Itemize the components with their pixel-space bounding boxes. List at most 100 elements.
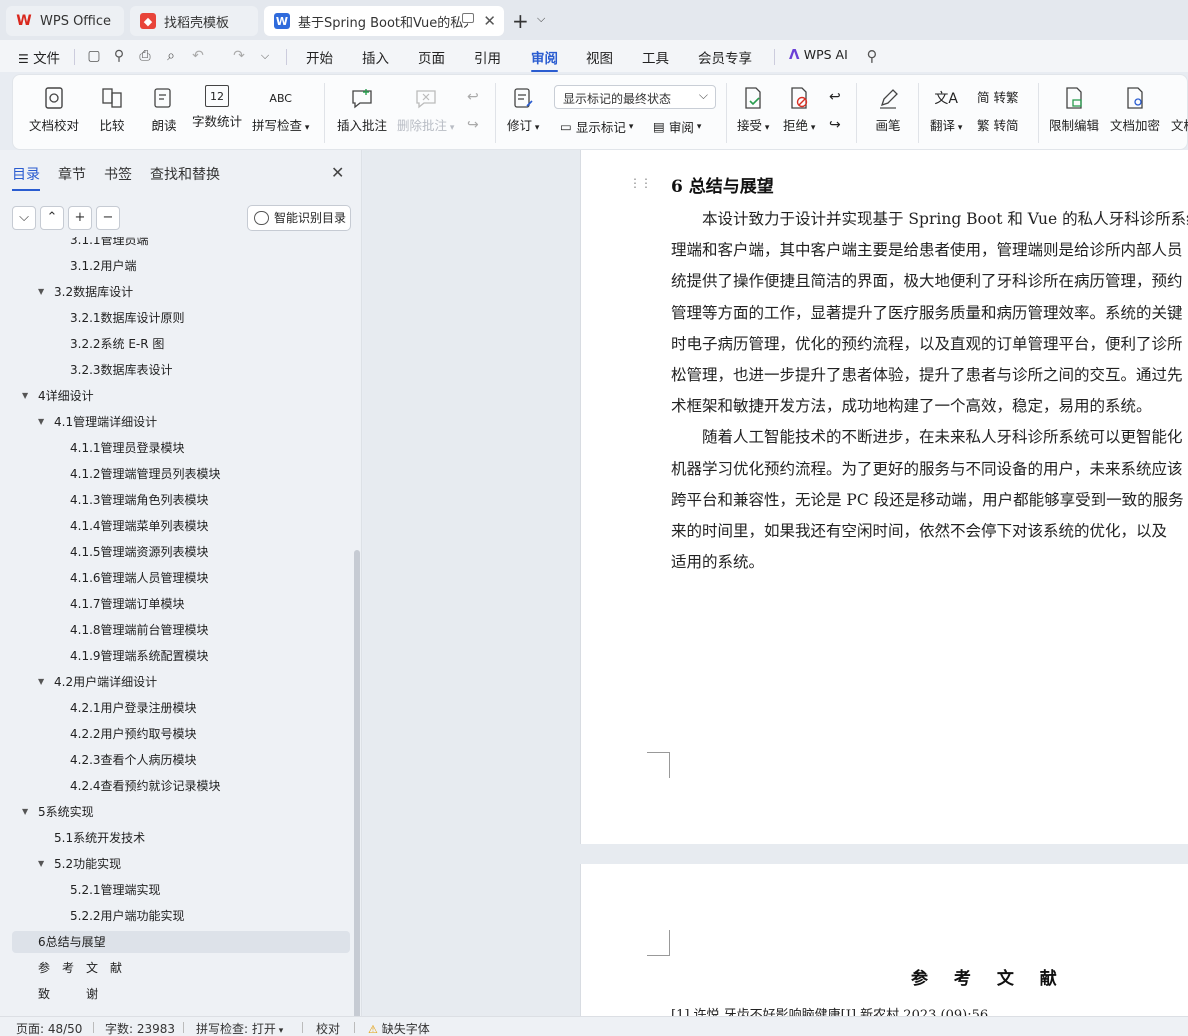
expand-toggle-icon[interactable]: ▼ xyxy=(22,385,28,407)
window-icon[interactable] xyxy=(462,13,474,23)
compare-button[interactable]: 比较 xyxy=(99,85,125,134)
menu-tools[interactable]: 工具 xyxy=(642,47,669,67)
menu-review[interactable]: 审阅 xyxy=(531,47,558,72)
smart-toc-button[interactable]: 智能识别目录 xyxy=(247,205,351,231)
menu-member[interactable]: 会员专享 xyxy=(698,47,752,67)
toc-item[interactable]: 4.1.6管理端人员管理模块 xyxy=(70,567,209,589)
toc-scrollbar[interactable] xyxy=(354,550,360,1020)
collapse-down-button[interactable]: ⌵ xyxy=(12,206,36,230)
tab-toc[interactable]: 目录 xyxy=(12,164,40,191)
menu-insert[interactable]: 插入 xyxy=(362,47,389,67)
toc-item[interactable]: ▼ 5.2功能实现 xyxy=(38,853,121,875)
translate-button[interactable]: 文A 翻译 ▾ xyxy=(930,85,962,134)
tab-template[interactable]: ◆ 找稻壳模板 xyxy=(130,6,258,36)
markup-state-dropdown[interactable]: 显示标记的最终状态 xyxy=(554,85,716,109)
toc-item[interactable]: 4.2.2用户预约取号模块 xyxy=(70,723,197,745)
toc-item[interactable]: 5.2.1管理端实现 xyxy=(70,879,161,901)
toc-item[interactable]: 4.1.8管理端前台管理模块 xyxy=(70,619,209,641)
toc-item[interactable]: ▼ 5系统实现 xyxy=(22,801,94,823)
file-menu[interactable]: ☰ 文件 xyxy=(18,47,60,67)
tab-chapters[interactable]: 章节 xyxy=(58,164,86,184)
print-icon[interactable]: ⎙ xyxy=(137,48,153,64)
previous-comment-icon[interactable]: ↩ xyxy=(467,89,479,105)
share-icon[interactable]: ⚲ xyxy=(111,48,127,64)
tab-bookmarks[interactable]: 书签 xyxy=(104,164,132,184)
toc-item[interactable]: 3.1.2用户端 xyxy=(70,255,137,277)
collapse-up-button[interactable]: ⌃ xyxy=(40,206,64,230)
quick-access-more-icon[interactable]: ⌵ xyxy=(257,48,273,64)
tab-find-replace[interactable]: 查找和替换 xyxy=(150,164,220,184)
expand-toggle-icon[interactable]: ▼ xyxy=(38,853,44,875)
to-traditional-button[interactable]: 简 转繁 xyxy=(977,87,1019,106)
toc-item[interactable]: 4.1.2管理端管理员列表模块 xyxy=(70,463,221,485)
wps-ai-button[interactable]: ᐱ WPS AI xyxy=(789,47,848,63)
toc-item[interactable]: 参 考 文 献 xyxy=(38,957,122,979)
expand-toggle-icon[interactable]: ▼ xyxy=(38,281,44,303)
chevron-down-icon[interactable]: ⌵ xyxy=(537,12,545,26)
expand-toggle-icon[interactable]: ▼ xyxy=(22,801,28,823)
word-count-button[interactable]: 12 字数统计 xyxy=(192,85,242,130)
pen-button[interactable]: 画笔 xyxy=(875,85,901,134)
document-page[interactable]: ⋮⋮ 6 总结与展望 本设计致力于设计并实现基于 Spring Boot 和 V… xyxy=(580,150,1188,844)
toc-item[interactable]: 3.1.1管理员端 xyxy=(70,237,149,251)
toc-item[interactable]: 4.2.3查看个人病历模块 xyxy=(70,749,197,771)
delete-comment-button[interactable]: 删除批注 ▾ xyxy=(397,85,454,134)
toc-item[interactable]: 4.2.4查看预约就诊记录模块 xyxy=(70,775,221,797)
document-area[interactable]: ⋮⋮ 6 总结与展望 本设计致力于设计并实现基于 Spring Boot 和 V… xyxy=(363,150,1188,1016)
toc-item[interactable]: ▼ 4详细设计 xyxy=(22,385,94,407)
toc-item[interactable]: 4.1.1管理员登录模块 xyxy=(70,437,185,459)
toc-item[interactable]: 4.1.5管理端资源列表模块 xyxy=(70,541,209,563)
expand-toggle-icon[interactable]: ▼ xyxy=(38,671,44,693)
menu-page[interactable]: 页面 xyxy=(418,47,445,67)
proofread-status[interactable]: 校对 xyxy=(316,1020,340,1036)
read-aloud-button[interactable]: 朗读 xyxy=(151,85,177,134)
insert-comment-button[interactable]: 插入批注 xyxy=(337,85,387,134)
reject-button[interactable]: 拒绝 ▾ xyxy=(783,85,815,134)
toc-item[interactable]: 4.1.3管理端角色列表模块 xyxy=(70,489,209,511)
redo-icon[interactable]: ↷ xyxy=(231,48,247,64)
document-page-next[interactable]: 参 考 文 献 [1] 许悦.牙齿不好影响脑健康[J].新农村,2023,(09… xyxy=(580,864,1188,1016)
print-preview-icon[interactable]: ⌕ xyxy=(163,48,179,64)
toc-item[interactable]: 致 谢 xyxy=(38,983,98,1005)
tab-document[interactable]: W 基于Spring Boot和Vue的私人 ✕ xyxy=(264,6,504,36)
toc-item[interactable]: ▼ 3.2数据库设计 xyxy=(38,281,133,303)
restrict-edit-button[interactable]: 限制编辑 xyxy=(1049,85,1099,134)
show-markup-button[interactable]: ▭ 显示标记 ▾ xyxy=(560,117,633,136)
word-count-status[interactable]: 字数: 23983 xyxy=(105,1020,175,1036)
doc-check-button[interactable]: 文档校对 xyxy=(29,85,79,134)
to-simplified-button[interactable]: 繁 转简 xyxy=(977,115,1019,134)
next-comment-icon[interactable]: ↪ xyxy=(467,117,479,133)
toc-item[interactable]: ▼ 4.1管理端详细设计 xyxy=(38,411,157,433)
previous-change-icon[interactable]: ↩ xyxy=(829,89,841,105)
missing-font-status[interactable]: ⚠ 缺失字体 xyxy=(368,1020,430,1036)
add-heading-button[interactable]: + xyxy=(68,206,92,230)
toc-item[interactable]: 4.2.1用户登录注册模块 xyxy=(70,697,197,719)
menu-home[interactable]: 开始 xyxy=(306,47,333,67)
toc-item[interactable]: 4.1.9管理端系统配置模块 xyxy=(70,645,209,667)
page-indicator[interactable]: 页面: 48/50 xyxy=(16,1020,82,1036)
toc-item[interactable]: 4.1.4管理端菜单列表模块 xyxy=(70,515,209,537)
menu-reference[interactable]: 引用 xyxy=(474,47,501,67)
menu-view[interactable]: 视图 xyxy=(586,47,613,67)
spell-check-status[interactable]: 拼写检查: 打开 ▾ xyxy=(196,1020,283,1036)
toc-item[interactable]: ▼ 4.2用户端详细设计 xyxy=(38,671,157,693)
save-icon[interactable]: ▢ xyxy=(86,48,102,64)
undo-icon[interactable]: ↶ xyxy=(190,48,206,64)
close-icon[interactable]: ✕ xyxy=(331,163,344,182)
remove-heading-button[interactable]: − xyxy=(96,206,120,230)
toc-item[interactable]: 4.1.7管理端订单模块 xyxy=(70,593,185,615)
track-changes-button[interactable]: 修订 ▾ xyxy=(507,85,539,134)
toc-item[interactable]: 3.2.2系统 E-R 图 xyxy=(70,333,164,355)
toc-item[interactable]: 3.2.1数据库设计原则 xyxy=(70,307,185,329)
toc-item[interactable]: 5.2.2用户端功能实现 xyxy=(70,905,185,927)
close-tab-icon[interactable]: ✕ xyxy=(483,12,496,30)
accept-button[interactable]: 接受 ▾ xyxy=(737,85,769,134)
expand-toggle-icon[interactable]: ▼ xyxy=(38,411,44,433)
doc-more-button[interactable]: 文档 xyxy=(1171,85,1188,134)
new-tab-icon[interactable]: + xyxy=(512,9,529,33)
toc-item[interactable]: 3.2.3数据库表设计 xyxy=(70,359,173,381)
next-change-icon[interactable]: ↪ xyxy=(829,117,841,133)
toc-item[interactable]: 5.1系统开发技术 xyxy=(54,827,145,849)
doc-encrypt-button[interactable]: 文档加密 xyxy=(1110,85,1160,134)
review-pane-button[interactable]: ▤ 审阅 ▾ xyxy=(653,117,701,136)
